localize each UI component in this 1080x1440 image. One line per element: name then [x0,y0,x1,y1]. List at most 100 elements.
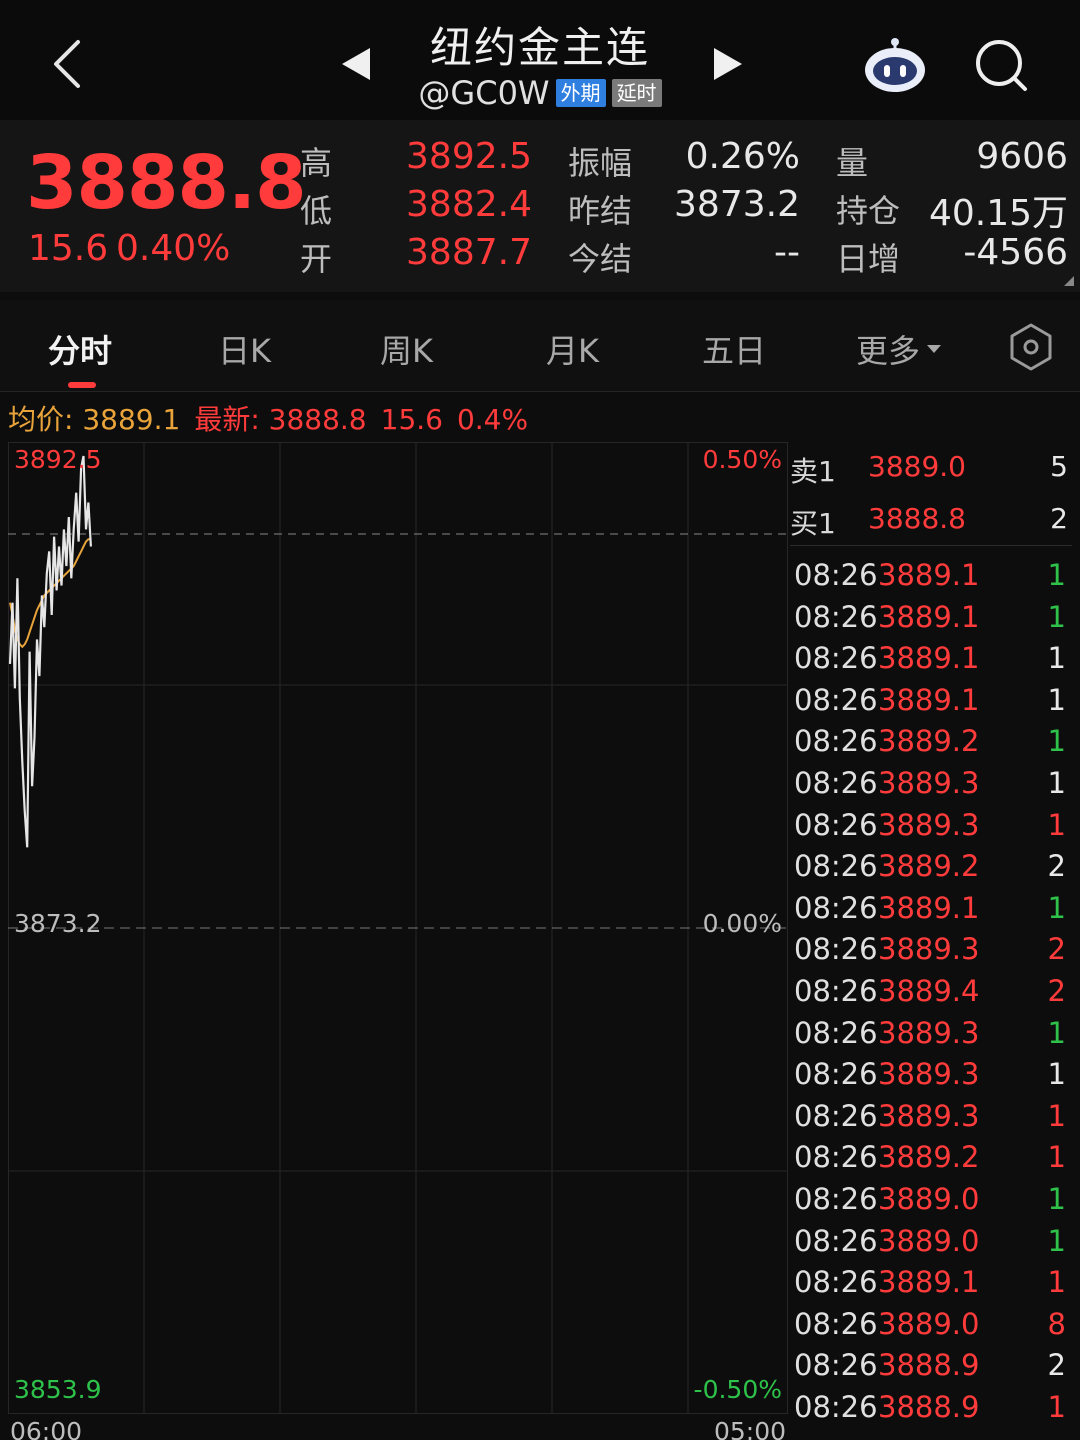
open-value: 3887.7 [406,232,532,273]
open-interest-value: 40.15万 [928,193,1068,234]
ask-1-label: 卖1 [790,455,836,488]
tick-price: 3889.1 [878,641,980,676]
tick-volume: 1 [1047,1390,1066,1424]
tick-volume: 1 [1047,807,1066,842]
ask-1-volume: 5 [1050,450,1068,483]
back-button[interactable] [40,30,100,94]
tab-five-day[interactable]: 五日 [702,326,766,372]
latest-change-text: 15.6 [380,403,443,436]
tab-weekly-k[interactable]: 周K [380,326,433,372]
symbol-row: @GC0W 外期 延时 [390,74,690,112]
tick-row: 08:26 3889.2 1 [790,722,1072,764]
delayed-badge: 延时 [611,79,662,107]
tick-price: 3889.0 [878,1182,980,1216]
tick-row: 08:26 3889.0 1 [790,1222,1072,1264]
bid-1-label: 买1 [790,507,836,540]
bid-1-price: 3888.8 [868,502,966,535]
tick-time: 08:26 [794,932,878,967]
tick-volume: 1 [1047,1098,1066,1133]
order-book: 卖1 3889.0 5 买1 3888.8 2 [790,442,1072,546]
oi-change-label: 日增 [836,240,901,278]
oi-change-value: -4566 [963,232,1068,273]
tick-row: 08:26 3889.4 2 [790,972,1072,1014]
tick-price: 3889.1 [878,682,980,717]
expand-corner-icon[interactable] [1064,276,1074,286]
assistant-button[interactable] [862,36,928,94]
tab-monthly-k[interactable]: 月K [546,326,599,372]
foreign-futures-badge: 外期 [555,79,606,107]
chart-grid [8,442,788,1414]
tick-price: 3889.4 [878,974,980,1008]
tick-row: 08:26 3889.3 1 [790,806,1072,848]
symbol-code: @GC0W [418,74,550,112]
search-button[interactable] [972,36,1030,94]
tick-price: 3889.0 [878,1223,980,1258]
intraday-chart[interactable]: 3892.5 3873.2 3853.9 0.50% 0.00% -0.50% … [8,442,788,1440]
tick-price: 3889.3 [878,932,980,967]
tick-row: 08:26 3889.2 2 [790,847,1072,889]
tick-price: 3889.1 [878,890,980,925]
low-label: 低 [300,192,333,230]
tick-time: 08:26 [794,1182,878,1216]
settings-hexagon-icon [1010,323,1052,371]
y-right-min: -0.50% [694,1375,782,1404]
tick-price: 3889.1 [878,558,980,592]
caret-down-icon [927,345,942,353]
amplitude-label: 振幅 [568,144,633,182]
tick-row: 08:26 3889.3 2 [790,930,1072,972]
y-right-max: 0.50% [703,445,782,474]
y-right-base: 0.00% [703,909,782,938]
tab-more[interactable]: 更多 [856,326,942,372]
tick-volume: 1 [1047,558,1066,592]
tick-volume: 8 [1047,1306,1066,1341]
x-label-start: 06:00 [10,1417,82,1440]
volume-label: 量 [836,144,869,182]
tick-volume: 1 [1047,682,1066,717]
tick-volume: 1 [1047,1265,1066,1300]
page-title: 纽约金主连 [429,23,650,72]
tick-time: 08:26 [794,974,878,1008]
chevron-left-icon [54,40,80,88]
tab-intraday[interactable]: 分时 [48,326,112,372]
high-value: 3892.5 [406,136,532,177]
tick-volume: 2 [1047,932,1066,967]
tick-row: 08:26 3889.1 1 [790,556,1072,598]
price-change: 15.6 [28,228,109,269]
active-tab-indicator [68,382,96,388]
tick-volume: 1 [1047,1057,1066,1092]
tick-row: 08:26 3889.1 1 [790,598,1072,640]
tick-time: 08:26 [794,849,878,884]
next-contract-button[interactable] [710,46,744,82]
triangle-left-icon [342,48,370,80]
settle-label: 今结 [568,240,633,278]
tick-time: 08:26 [794,641,878,676]
prev-contract-button[interactable] [340,46,374,82]
tick-volume: 1 [1047,641,1066,676]
tick-row: 08:26 3889.1 1 [790,639,1072,681]
tick-row: 08:26 3888.9 2 [790,1346,1072,1388]
tick-row: 08:26 3889.2 1 [790,1138,1072,1180]
tick-price: 3889.2 [878,1140,980,1175]
tick-row: 08:26 3889.1 1 [790,889,1072,931]
tick-volume: 2 [1047,974,1066,1008]
price-line [8,455,92,848]
bid-1-row[interactable]: 买1 3888.8 2 [790,494,1072,546]
tick-row: 08:26 3889.3 1 [790,764,1072,806]
tick-volume: 1 [1047,1140,1066,1175]
tick-price: 3889.3 [878,766,980,800]
tab-more-label: 更多 [856,332,921,370]
ask-1-row[interactable]: 卖1 3889.0 5 [790,442,1072,494]
chart-info-line: 均价: 3889.1 最新: 3888.8 15.6 0.4% [8,398,542,438]
x-label-end: 05:00 [714,1417,786,1440]
prev-settle-value: 3873.2 [674,184,800,225]
tick-time: 08:26 [794,1390,878,1424]
tick-time: 08:26 [794,1140,878,1175]
y-left-min: 3853.9 [14,1375,101,1404]
tick-price: 3888.9 [878,1390,980,1424]
tick-price: 3889.2 [878,849,980,884]
tick-time: 08:26 [794,682,878,717]
tick-time: 08:26 [794,1348,878,1383]
tick-row: 08:26 3889.1 1 [790,1263,1072,1305]
tab-daily-k[interactable]: 日K [218,326,271,372]
chart-settings-button[interactable] [1006,322,1056,372]
